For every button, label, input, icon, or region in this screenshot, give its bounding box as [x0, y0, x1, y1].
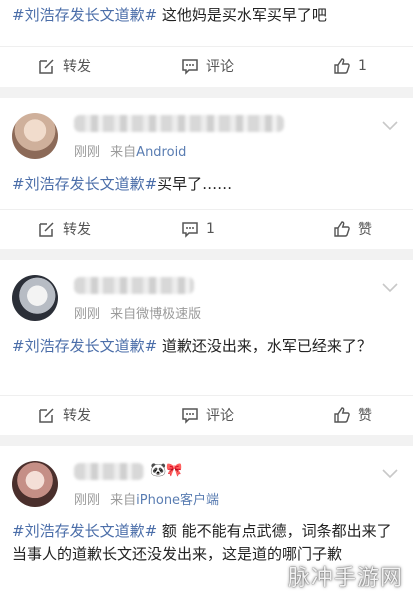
comment-label: 评论	[206, 59, 234, 75]
chevron-down-icon[interactable]	[381, 280, 399, 294]
post-meta: 刚刚 来自Android	[74, 141, 186, 160]
hashtag-link[interactable]: #刘浩存发长文道歉#	[12, 6, 157, 24]
post-text: #刘浩存发长文道歉#买早了……	[12, 173, 404, 196]
post-time: 刚刚	[74, 493, 101, 508]
comment-button[interactable]: 评论	[181, 395, 234, 435]
comment-bubble-icon	[182, 222, 198, 238]
hashtag-link[interactable]: #刘浩存发长文道歉#	[12, 175, 157, 193]
weibo-comment-feed: #刘浩存发长文道歉# 这他妈是买水军买早了吧 转发 评论 1 刚刚 来自Andr…	[0, 0, 413, 600]
like-count: 1	[358, 58, 367, 74]
avatar[interactable]	[12, 275, 58, 321]
like-button[interactable]: 1	[333, 46, 367, 86]
comment-button[interactable]: 评论	[181, 46, 234, 86]
thumbs-up-icon	[334, 407, 350, 423]
comment-label: 评论	[206, 408, 234, 424]
action-bar: 转发 1 赞	[0, 209, 413, 249]
username-blurred[interactable]	[74, 277, 194, 294]
repost-button[interactable]: 转发	[38, 46, 91, 86]
like-label: 赞	[358, 408, 372, 424]
hashtag-link[interactable]: #刘浩存发长文道歉#	[12, 522, 157, 540]
action-bar: 转发 评论 1	[0, 46, 413, 86]
comment-count: 1	[206, 221, 215, 237]
like-label: 赞	[358, 222, 372, 238]
thumbs-up-icon	[334, 221, 350, 237]
repost-button[interactable]: 转发	[38, 209, 91, 249]
post-text: #刘浩存发长文道歉# 道歉还没出来，水军已经来了？	[12, 335, 404, 358]
chevron-down-icon[interactable]	[381, 118, 399, 132]
avatar[interactable]	[12, 113, 58, 159]
comment-bubble-icon	[182, 408, 198, 424]
source-prefix: 来自	[110, 493, 137, 508]
edit-square-icon	[39, 59, 54, 74]
post-card: 刚刚 来自微博极速版 #刘浩存发长文道歉# 道歉还没出来，水军已经来了？ 转发 …	[0, 260, 413, 435]
repost-button[interactable]: 转发	[38, 395, 91, 435]
edit-square-icon	[39, 408, 54, 423]
post-header: 🐼🎀 刚刚 来自iPhone客户端	[0, 446, 413, 516]
source-link[interactable]: iPhone客户端	[136, 493, 219, 508]
hashtag-link[interactable]: #刘浩存发长文道歉#	[12, 337, 157, 355]
post-header: 刚刚 来自微博极速版	[0, 260, 413, 330]
post-time: 刚刚	[74, 145, 101, 160]
source-prefix: 来自	[110, 307, 137, 322]
repost-label: 转发	[63, 222, 91, 238]
post-body: 买早了……	[157, 175, 233, 193]
source-link[interactable]: Android	[136, 145, 186, 160]
like-button[interactable]: 赞	[333, 209, 372, 249]
post-time: 刚刚	[74, 307, 101, 322]
username-blurred[interactable]	[74, 463, 144, 480]
username-blurred[interactable]	[74, 115, 284, 132]
post-meta: 刚刚 来自微博极速版	[74, 303, 201, 322]
watermark: 脉冲手游网	[287, 566, 403, 591]
thumbs-up-icon	[334, 58, 350, 74]
post-meta: 刚刚 来自iPhone客户端	[74, 489, 219, 508]
repost-label: 转发	[63, 408, 91, 424]
comment-button[interactable]: 1	[181, 209, 215, 249]
comment-bubble-icon	[182, 59, 198, 75]
repost-label: 转发	[63, 59, 91, 75]
source-prefix: 来自	[110, 145, 137, 160]
post-card: #刘浩存发长文道歉# 这他妈是买水军买早了吧 转发 评论 1	[0, 0, 413, 87]
post-body: 道歉还没出来，水军已经来了？	[157, 337, 372, 355]
post-card: 刚刚 来自Android #刘浩存发长文道歉#买早了…… 转发 1 赞	[0, 98, 413, 249]
like-button[interactable]: 赞	[333, 395, 372, 435]
user-badge-icon: 🐼🎀	[150, 463, 183, 478]
avatar[interactable]	[12, 461, 58, 507]
source-link[interactable]: 微博极速版	[136, 307, 201, 322]
post-header: 刚刚 来自Android	[0, 98, 413, 168]
edit-square-icon	[39, 222, 54, 237]
chevron-down-icon[interactable]	[381, 466, 399, 480]
post-text: #刘浩存发长文道歉# 这他妈是买水军买早了吧	[12, 4, 404, 27]
action-bar: 转发 评论 赞	[0, 395, 413, 435]
post-body: 这他妈是买水军买早了吧	[157, 6, 327, 24]
